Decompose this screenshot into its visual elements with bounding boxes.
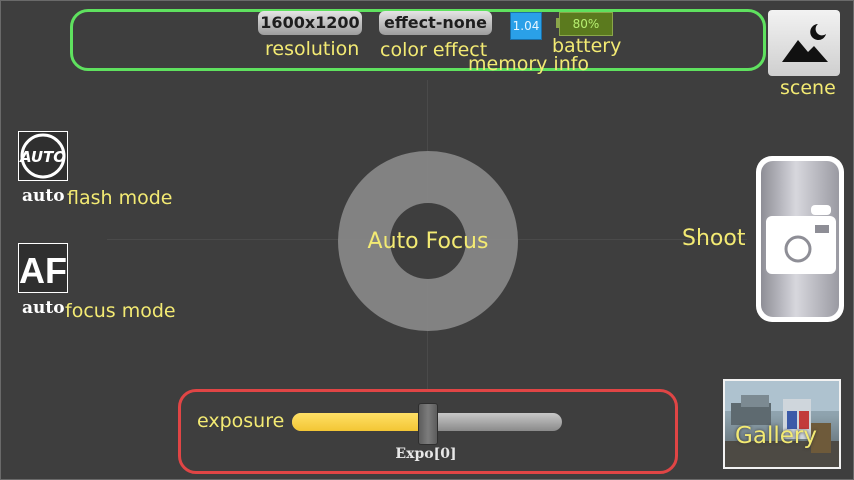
- flash-auto-icon: AUTO: [18, 131, 68, 181]
- exposure-value: Expo[0]: [395, 446, 457, 462]
- auto-focus-label: Auto Focus: [367, 229, 489, 254]
- flash-mode-value: auto: [22, 186, 65, 206]
- camera-icon: [766, 205, 836, 274]
- svg-text:AUTO: AUTO: [19, 148, 66, 166]
- memory-indicator: 1.04: [510, 12, 542, 40]
- svg-text:AF: AF: [19, 250, 67, 291]
- flash-mode-button[interactable]: AUTO: [18, 131, 68, 181]
- flash-mode-label: flash mode: [67, 187, 173, 209]
- exposure-slider-fill: [292, 413, 427, 431]
- shoot-button-face: [761, 161, 839, 317]
- gallery-label: Gallery: [735, 423, 817, 449]
- focus-mode-label: focus mode: [65, 300, 176, 322]
- resolution-label: resolution: [265, 38, 360, 60]
- scene-label: scene: [780, 77, 836, 99]
- autofocus-af-icon: AF: [18, 243, 68, 293]
- shoot-label: Shoot: [682, 226, 746, 251]
- exposure-slider-thumb[interactable]: [418, 403, 438, 445]
- color-effect-button[interactable]: effect-none: [379, 11, 492, 35]
- exposure-label: exposure: [197, 410, 285, 432]
- resolution-button[interactable]: 1600x1200: [258, 11, 362, 35]
- battery-label: battery: [552, 35, 622, 57]
- battery-indicator: 80%: [559, 12, 613, 36]
- focus-mode-value: auto: [22, 298, 65, 318]
- scene-button[interactable]: [768, 10, 840, 76]
- focus-mode-button[interactable]: AF: [18, 243, 68, 293]
- landscape-moon-icon: [782, 24, 828, 62]
